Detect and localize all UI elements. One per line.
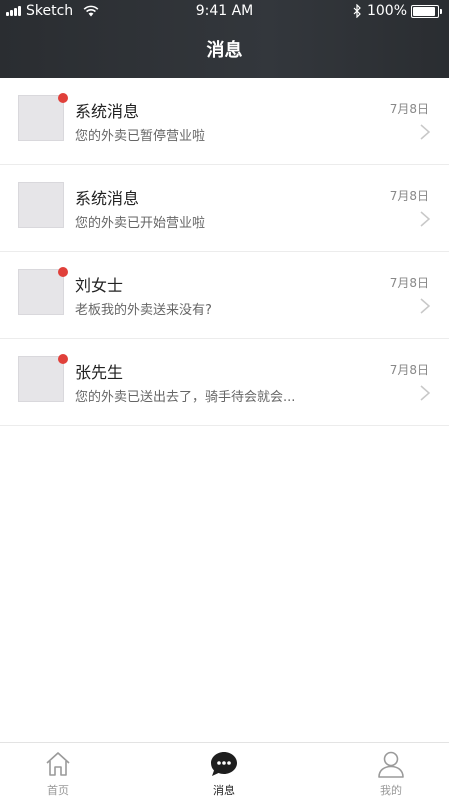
- message-title: 系统消息: [75, 189, 140, 208]
- tab-profile[interactable]: 我的: [341, 743, 441, 801]
- message-date: 7月8日: [389, 363, 429, 377]
- chevron-right-icon: [420, 385, 431, 401]
- message-row[interactable]: 系统消息 您的外卖已暂停营业啦 7月8日: [0, 78, 449, 165]
- home-icon: [46, 752, 70, 776]
- user-icon: [378, 751, 404, 778]
- message-row[interactable]: 张先生 您的外卖已送出去了，骑手待会就会... 7月8日: [0, 339, 449, 426]
- message-row[interactable]: 系统消息 您的外卖已开始营业啦 7月8日: [0, 165, 449, 252]
- tab-messages[interactable]: 消息: [174, 743, 274, 801]
- tab-messages-label: 消息: [213, 784, 235, 797]
- message-list: 系统消息 您的外卖已暂停营业啦 7月8日 系统消息 您的外卖已开始营业啦 7月8…: [0, 78, 449, 426]
- message-title: 刘女士: [75, 276, 124, 295]
- avatar: [18, 356, 64, 402]
- tab-home-label: 首页: [47, 784, 69, 797]
- header: Sketch 9:41 AM 100% 消息: [0, 0, 449, 78]
- status-right: 100%: [353, 3, 442, 19]
- message-preview: 您的外卖已送出去了，骑手待会就会...: [75, 390, 296, 405]
- message-preview: 您的外卖已暂停营业啦: [75, 129, 206, 144]
- page-title: 消息: [206, 40, 243, 61]
- message-preview: 您的外卖已开始营业啦: [75, 216, 206, 231]
- avatar: [18, 182, 64, 228]
- avatar: [18, 269, 64, 315]
- message-date: 7月8日: [389, 189, 429, 203]
- bluetooth-icon: [353, 4, 361, 18]
- battery-icon: [411, 4, 442, 18]
- unread-dot: [58, 93, 68, 103]
- chevron-right-icon: [420, 298, 431, 314]
- battery-percent: 100%: [366, 3, 407, 19]
- status-bar: Sketch 9:41 AM 100%: [0, 0, 449, 22]
- message-row[interactable]: 刘女士 老板我的外卖送来没有? 7月8日: [0, 252, 449, 339]
- message-title: 张先生: [75, 363, 124, 382]
- message-preview: 老板我的外卖送来没有?: [75, 303, 212, 318]
- tab-profile-label: 我的: [380, 784, 402, 797]
- message-date: 7月8日: [389, 102, 429, 116]
- message-date: 7月8日: [389, 276, 429, 290]
- chat-bubble-icon: [211, 752, 237, 776]
- avatar: [18, 95, 64, 141]
- unread-dot: [58, 267, 68, 277]
- tab-home[interactable]: 首页: [8, 743, 108, 801]
- unread-dot: [58, 354, 68, 364]
- chevron-right-icon: [420, 124, 431, 140]
- message-title: 系统消息: [75, 102, 140, 121]
- chevron-right-icon: [420, 211, 431, 227]
- tab-bar: 首页 消息 我的: [0, 742, 449, 801]
